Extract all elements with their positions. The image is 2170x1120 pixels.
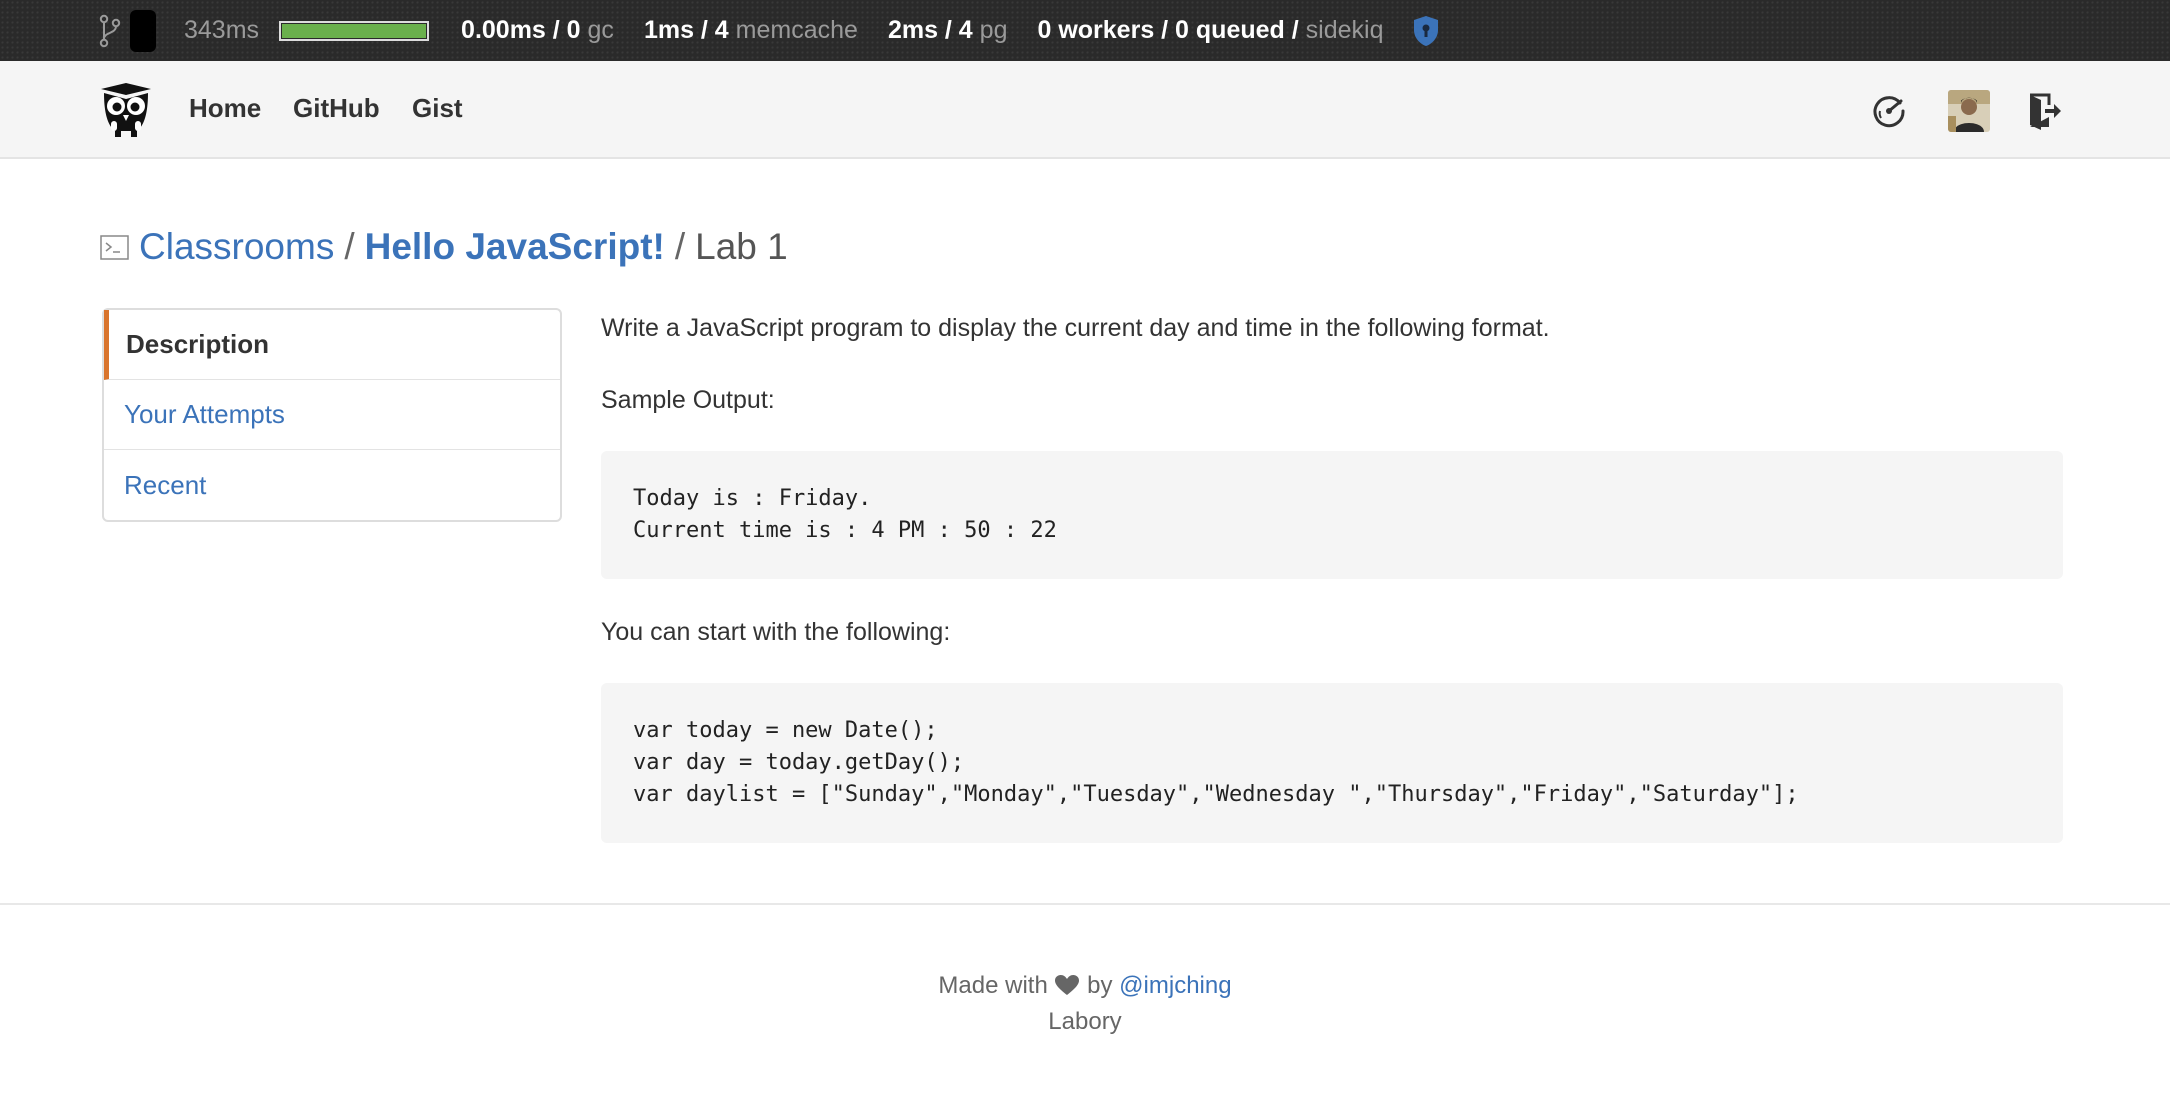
footer-site-name: Labory [1048, 1008, 1122, 1035]
gc-label: gc [587, 16, 614, 44]
starter-code: var today = new Date(); var day = today.… [601, 683, 2063, 843]
footer-author-link[interactable]: @imjching [1119, 972, 1231, 999]
sign-out-icon[interactable] [2027, 92, 2063, 130]
sidebar-item-description[interactable]: Description [104, 310, 560, 380]
sidekiq-label: sidekiq [1305, 16, 1384, 44]
pg-label: pg [979, 16, 1008, 44]
request-time[interactable]: 343ms [184, 16, 259, 45]
sidekiq-value: 0 workers / 0 queued / [1037, 16, 1299, 44]
gc-value: 0.00ms / 0 [461, 16, 581, 44]
breadcrumb-classrooms[interactable]: Classrooms [139, 226, 334, 268]
sample-output-code: Today is : Friday. Current time is : 4 P… [601, 451, 2063, 579]
breadcrumb-classroom[interactable]: Hello JavaScript! [365, 226, 665, 268]
terminal-icon [100, 234, 129, 260]
memcache-value: 1ms / 4 [643, 16, 729, 44]
footer: Made with by @imjching Labory [0, 968, 2170, 1040]
gc-stat[interactable]: 0.00ms / 0 gc [461, 16, 614, 45]
breadcrumb-current: Lab 1 [695, 226, 788, 267]
avatar-image [1948, 90, 1990, 132]
breadcrumb: Classrooms / Hello JavaScript! / Lab 1 [100, 222, 788, 272]
intro-text: Write a JavaScript program to display th… [601, 314, 1550, 342]
breadcrumb-separator: / [344, 226, 355, 267]
request-progress-bar [279, 20, 430, 41]
nav-github-link[interactable]: GitHub [293, 93, 380, 124]
pg-stat[interactable]: 2ms / 4 pg [888, 16, 1008, 45]
sidekiq-stat[interactable]: 0 workers / 0 queued / sidekiq [1037, 16, 1383, 45]
dashboard-icon[interactable] [1872, 94, 1906, 128]
branch-icon [99, 14, 121, 47]
heart-icon [1055, 975, 1080, 995]
footer-credit: Made with by @imjching [0, 968, 2170, 1004]
branch-name-badge[interactable] [130, 9, 156, 52]
footer-made-with: Made with [938, 972, 1048, 999]
avatar[interactable] [1948, 90, 1990, 132]
progress-fill [282, 23, 427, 38]
footer-by: by [1087, 972, 1113, 999]
pg-value: 2ms / 4 [887, 16, 973, 44]
breadcrumb-separator: / [674, 226, 686, 267]
memcache-label: memcache [735, 16, 858, 44]
sidebar-item-recent[interactable]: Recent [104, 450, 560, 520]
shield-icon[interactable] [1411, 14, 1441, 48]
footer-divider [0, 903, 2170, 905]
owl-logo[interactable] [97, 81, 155, 139]
nav-gist-link[interactable]: Gist [412, 93, 463, 124]
sample-output-heading: Sample Output: [601, 386, 775, 414]
lab-sidebar-nav: Description Your Attempts Recent [102, 308, 562, 522]
profiler-bar: 343ms 0.00ms / 0 gc 1ms / 4 memcache 2ms… [0, 0, 2170, 61]
nav-home-link[interactable]: Home [189, 93, 261, 124]
sidebar-item-your-attempts[interactable]: Your Attempts [104, 380, 560, 450]
start-heading: You can start with the following: [601, 618, 951, 646]
navbar: Home GitHub Gist [0, 61, 2170, 159]
memcache-stat[interactable]: 1ms / 4 memcache [644, 16, 858, 45]
